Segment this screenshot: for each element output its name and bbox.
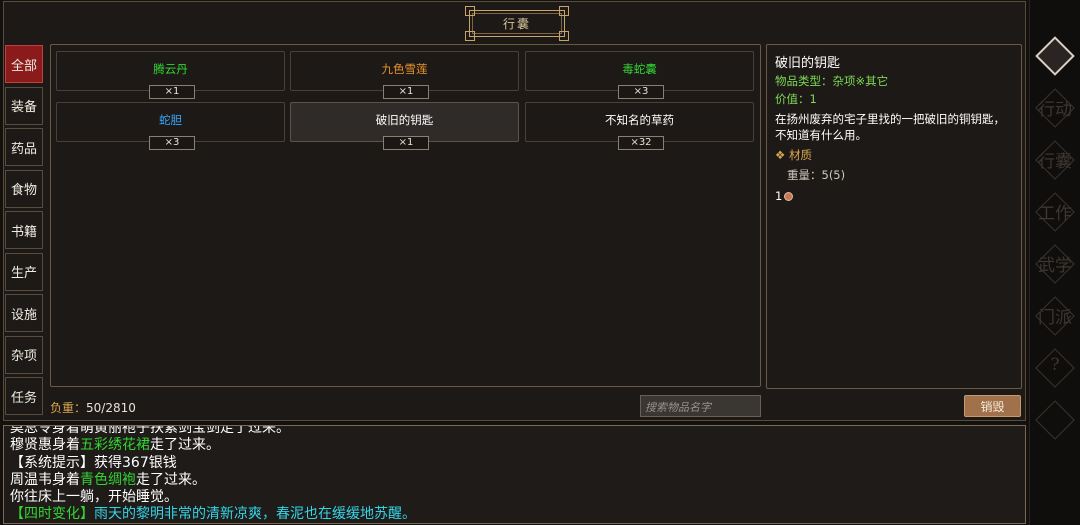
destroy-button[interactable]: 销毁 bbox=[964, 395, 1021, 417]
item-quantity: ×1 bbox=[383, 136, 429, 150]
item-slot[interactable]: 腾云丹 ×1 bbox=[56, 51, 285, 99]
rail-label: 工作 bbox=[1038, 204, 1072, 224]
martial-icon[interactable]: 武学 bbox=[1033, 242, 1077, 286]
item-quantity: ×1 bbox=[149, 85, 195, 99]
detail-item-name: 破旧的钥匙 bbox=[775, 56, 841, 71]
rail-label: 武学 bbox=[1038, 256, 1072, 276]
rail-label: ? bbox=[1050, 355, 1060, 375]
detail-item-value: 价值：1 bbox=[775, 92, 817, 106]
item-slot[interactable]: 毒蛇囊 ×3 bbox=[525, 51, 754, 99]
coin-icon bbox=[784, 191, 794, 201]
item-name: 毒蛇囊 bbox=[622, 62, 657, 76]
category-tab[interactable]: 设施 bbox=[5, 294, 43, 332]
log-segment: 穆贤惠身着 bbox=[10, 437, 80, 453]
item-slot[interactable]: 破旧的钥匙 ×1 bbox=[290, 102, 519, 150]
item-detail-panel: 破旧的钥匙 物品类型：杂项※其它 价值：1 在扬州废弃的宅子里找的一把破旧的铜钥… bbox=[766, 44, 1022, 389]
item-grid: 腾云丹 ×1 九色雪莲 ×1 毒蛇囊 ×3 蛇胆 ×3 破旧的钥匙 ×1 不知名的草药 ×32 bbox=[50, 44, 761, 387]
work-icon[interactable]: 工作 bbox=[1033, 190, 1077, 234]
category-tab[interactable]: 书籍 bbox=[5, 211, 43, 249]
item-name: 不知名的草药 bbox=[605, 113, 674, 127]
settings-icon[interactable] bbox=[1033, 398, 1077, 442]
detail-description: 在扬州废弃的宅子里找的一把破旧的铜钥匙，不知道有什么用。 bbox=[775, 112, 1005, 142]
right-menu-rail: 行动行囊工作武学门派? bbox=[1029, 0, 1080, 525]
emblem-icon[interactable] bbox=[1033, 34, 1077, 78]
ornament-icon bbox=[465, 31, 475, 41]
bag-icon[interactable]: 行囊 bbox=[1033, 138, 1077, 182]
category-tab[interactable]: 装备 bbox=[5, 86, 43, 125]
inventory-title-text: 行囊 bbox=[502, 17, 531, 31]
category-tabs: 全部 装备 药品 食物 书籍 生产 设施 杂项 任务 bbox=[5, 45, 43, 419]
message-log: 莫总令身着萌黄丽袍子扶紫剑宝剑走了过来。 穆贤惠身着五彩绣花裙走了过来。 【系统提示… bbox=[3, 425, 1026, 524]
inventory-title: 行囊 bbox=[465, 6, 569, 41]
item-slot[interactable]: 九色雪莲 ×1 bbox=[290, 51, 519, 99]
item-name: 蛇胆 bbox=[159, 113, 182, 127]
sect-icon[interactable]: 门派 bbox=[1033, 294, 1077, 338]
ornament-icon bbox=[559, 6, 569, 16]
carry-load-value: 50/2810 bbox=[86, 401, 136, 415]
item-name: 腾云丹 bbox=[153, 62, 188, 76]
log-segment: 五彩绣花裙 bbox=[80, 437, 150, 453]
detail-weight: 重量：5(5) bbox=[787, 168, 846, 182]
log-line: 【四时变化】雨天的黎明非常的清新凉爽，春泥也在缓缓地苏醒。 bbox=[10, 503, 416, 523]
diamond-frame bbox=[1035, 36, 1075, 76]
detail-material-heading: ❖ 材质 bbox=[775, 148, 812, 162]
item-quantity: ×1 bbox=[383, 85, 429, 99]
item-quantity: ×3 bbox=[149, 136, 195, 150]
item-slot[interactable]: 蛇胆 ×3 bbox=[56, 102, 285, 150]
detail-price-value: 1 bbox=[775, 189, 783, 203]
item-name: 破旧的钥匙 bbox=[375, 113, 434, 127]
item-quantity: ×3 bbox=[618, 85, 664, 99]
item-quantity: ×32 bbox=[618, 136, 664, 150]
ornament-icon bbox=[559, 31, 569, 41]
category-tab[interactable]: 食物 bbox=[5, 169, 43, 208]
log-segment: 【四时变化】 bbox=[10, 506, 94, 522]
rail-label: 行囊 bbox=[1038, 152, 1072, 172]
item-name: 九色雪莲 bbox=[381, 62, 428, 76]
help-icon[interactable]: ? bbox=[1033, 346, 1077, 390]
category-tab[interactable]: 杂项 bbox=[5, 335, 43, 374]
category-tab[interactable]: 全部 bbox=[5, 45, 43, 83]
ornament-icon bbox=[465, 6, 475, 16]
category-tab[interactable]: 药品 bbox=[5, 128, 43, 166]
action-icon[interactable]: 行动 bbox=[1033, 86, 1077, 130]
item-slot[interactable]: 不知名的草药 ×32 bbox=[525, 102, 754, 150]
carry-load-label: 负重： bbox=[50, 401, 87, 415]
search-input[interactable]: 搜索物品名字 bbox=[640, 395, 761, 417]
log-line: 穆贤惠身着五彩绣花裙走了过来。 bbox=[10, 434, 220, 454]
carry-load: 负重：50/2810 bbox=[50, 399, 136, 416]
rail-label: 行动 bbox=[1038, 100, 1072, 120]
detail-price: 1 bbox=[775, 189, 1013, 203]
log-segment: 走了过来。 bbox=[150, 437, 220, 453]
detail-item-type: 物品类型：杂项※其它 bbox=[775, 74, 889, 88]
category-tab[interactable]: 任务 bbox=[5, 377, 43, 415]
diamond-frame bbox=[1035, 400, 1075, 440]
log-segment: 雨天的黎明非常的清新凉爽，春泥也在缓缓地苏醒。 bbox=[94, 506, 416, 522]
rail-label: 门派 bbox=[1038, 308, 1072, 328]
category-tab[interactable]: 生产 bbox=[5, 252, 43, 291]
